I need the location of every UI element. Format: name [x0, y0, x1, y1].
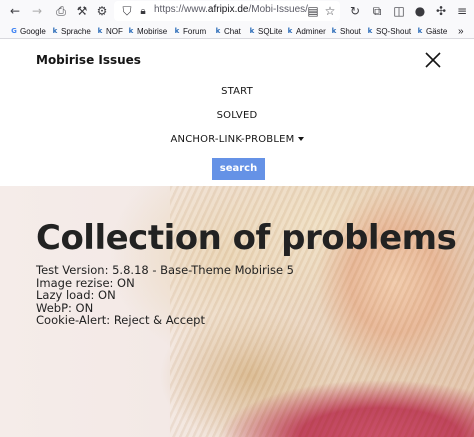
reload-icon[interactable]: ↻: [346, 2, 364, 20]
site-favicon: k: [52, 27, 58, 35]
bookmark-label: Gäste: [426, 26, 448, 36]
brand-name[interactable]: Mobirise Issues: [36, 53, 141, 67]
screenshot-icon[interactable]: ⧉: [368, 2, 386, 20]
search-button[interactable]: search: [212, 158, 265, 180]
hero-title: Collection of problems: [36, 218, 457, 258]
sidebar-icon[interactable]: ◫: [390, 2, 408, 20]
address-bar[interactable]: ⛉ 🔒︎ https://www.afripix.de/Mobi-Issues/…: [114, 1, 340, 21]
hero-section: Collection of problems Test Version: 5.8…: [0, 186, 474, 437]
bookmark-label: Google: [20, 26, 46, 36]
bookmark-item[interactable]: k SQLite: [248, 25, 283, 37]
bookmark-label: Chat: [224, 26, 241, 36]
site-favicon: k: [287, 27, 293, 35]
reader-view-icon[interactable]: ▤: [304, 2, 322, 20]
gear-icon[interactable]: ⚙: [93, 2, 111, 20]
bookmark-label: Shout: [340, 26, 361, 36]
caret-down-icon: [297, 137, 304, 141]
back-arrow-icon[interactable]: ←: [6, 2, 24, 20]
bookmark-item[interactable]: k SQ-Shout: [366, 25, 411, 37]
site-favicon: k: [174, 27, 180, 35]
hero-info-line: Lazy load: ON: [36, 288, 116, 302]
site-favicon: k: [215, 27, 221, 35]
nav-item-solved[interactable]: SOLVED: [0, 110, 474, 121]
nav-item-label: ANCHOR-LINK-PROBLEM: [170, 134, 295, 145]
site-favicon: k: [417, 27, 423, 35]
mobile-menu: Mobirise Issues START SOLVED ANCHOR-LINK…: [0, 39, 474, 186]
chevron-right-double-icon[interactable]: »: [458, 25, 464, 37]
bookmark-item[interactable]: G Google: [10, 25, 46, 37]
profile-avatar-icon[interactable]: ●: [411, 2, 429, 20]
bookmark-label: Adminer: [296, 26, 326, 36]
site-favicon: k: [128, 27, 134, 35]
bookmark-item[interactable]: k Forum: [173, 25, 206, 37]
bookmark-item[interactable]: k Chat: [214, 25, 241, 37]
bookmark-item[interactable]: k Adminer: [286, 25, 326, 37]
browser-toolbar: ← → ⎙ ⚒ ⚙ ⛉ 🔒︎ https://www.afripix.de/Mo…: [0, 0, 474, 22]
menu-hamburger-icon[interactable]: ≡: [453, 2, 471, 20]
url-path: /Mobi-Issues/: [248, 4, 308, 15]
lock-icon[interactable]: 🔒︎: [134, 2, 152, 20]
bookmark-item[interactable]: k Shout: [330, 25, 361, 37]
bookmark-label: SQ-Shout: [376, 26, 412, 36]
site-favicon: k: [97, 27, 103, 35]
wrench-icon[interactable]: ⚒: [73, 2, 91, 20]
bookmark-star-icon[interactable]: ☆: [321, 2, 339, 20]
page-viewport: Mobirise Issues START SOLVED ANCHOR-LINK…: [0, 39, 474, 437]
nav-item-start[interactable]: START: [0, 86, 474, 97]
site-favicon: k: [249, 27, 255, 35]
bookmark-label: Sprache: [61, 26, 91, 36]
bookmark-item[interactable]: k Mobirise: [127, 25, 168, 37]
bookmark-label: SQLite: [258, 26, 283, 36]
bookmark-item[interactable]: k Gäste: [416, 25, 448, 37]
bookmark-item[interactable]: k Sprache: [51, 25, 91, 37]
bookmark-label: NOF: [106, 26, 123, 36]
extensions-icon[interactable]: ✣: [432, 2, 450, 20]
forward-arrow-icon[interactable]: →: [28, 2, 46, 20]
printer-icon[interactable]: ⎙: [52, 2, 70, 20]
url-prefix: https://www.: [154, 4, 208, 15]
site-favicon: k: [331, 27, 337, 35]
close-icon[interactable]: [424, 51, 442, 69]
hero-info-line: Cookie-Alert: Reject & Accept: [36, 313, 205, 327]
site-favicon: k: [367, 27, 373, 35]
browser-chrome: ← → ⎙ ⚒ ⚙ ⛉ 🔒︎ https://www.afripix.de/Mo…: [0, 0, 474, 39]
bookmark-label: Mobirise: [137, 26, 168, 36]
bookmarks-bar: G Google k Sprache k NOF k Mobirise k Forum k…: [0, 22, 474, 39]
nav-item-anchor-link-problem[interactable]: ANCHOR-LINK-PROBLEM: [0, 134, 474, 145]
hero-info-line: Test Version: 5.8.18 - Base-Theme Mobiri…: [36, 263, 294, 277]
bookmark-label: Forum: [183, 26, 207, 36]
url-host: afripix.de: [207, 4, 249, 15]
google-icon: G: [11, 27, 17, 35]
bookmark-item[interactable]: k NOF: [96, 25, 123, 37]
hero-info-text: Test Version: 5.8.18 - Base-Theme Mobiri…: [36, 264, 294, 327]
url-text[interactable]: https://www.afripix.de/Mobi-Issues/: [154, 4, 308, 15]
